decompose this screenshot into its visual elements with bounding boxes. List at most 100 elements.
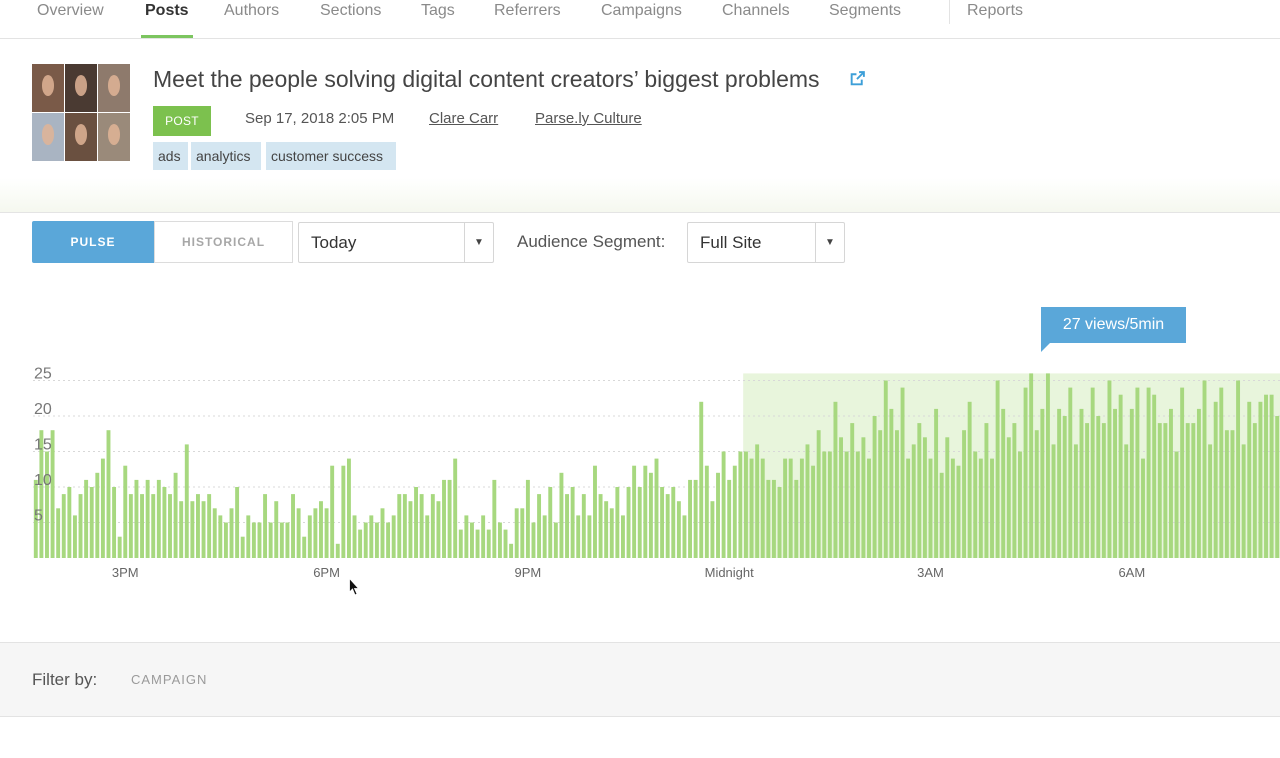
chart-bar — [1001, 408, 1006, 558]
chart-bar — [257, 522, 262, 558]
chart-bar — [855, 451, 860, 558]
chart-bar — [100, 458, 105, 558]
nav-tags[interactable]: Tags — [421, 1, 455, 38]
chart-bar — [486, 529, 491, 558]
chart-bar — [397, 494, 402, 558]
chart-bar — [1219, 387, 1224, 558]
x-tick-label: 3PM — [112, 565, 139, 580]
chart-bar — [1275, 416, 1280, 558]
chart-bar — [1051, 444, 1056, 558]
x-tick-label: 6AM — [1118, 565, 1145, 580]
chart-bar — [995, 380, 1000, 558]
chart-bar — [922, 437, 927, 558]
chart-bar — [615, 487, 620, 558]
chart-bar — [1169, 408, 1173, 558]
post-date: Sep 17, 2018 2:05 PM — [245, 110, 395, 127]
tag-analytics[interactable]: analytics — [191, 142, 261, 170]
chart-bar — [654, 458, 659, 558]
chart-bar — [1163, 423, 1168, 558]
nav-campaigns[interactable]: Campaigns — [601, 1, 682, 38]
chart-bar — [822, 451, 827, 558]
nav-divider — [949, 0, 950, 24]
chart-bar — [984, 423, 989, 558]
chart-bar — [274, 501, 279, 558]
chart-bar — [346, 458, 351, 558]
chart-bar — [755, 444, 760, 558]
audience-segment-select[interactable]: Full Site ▼ — [687, 222, 845, 263]
historical-tab[interactable]: HISTORICAL — [154, 221, 293, 263]
chart-bar — [112, 487, 117, 558]
chart-bar — [374, 522, 379, 558]
chart-bar — [894, 430, 899, 558]
nav-channels[interactable]: Channels — [722, 1, 790, 38]
pulse-bar-chart[interactable]: 25 20 15 10 5 3PM 6PM 9PM Midnight 3AM 6AM — [0, 300, 1280, 590]
nav-segments[interactable]: Segments — [829, 1, 901, 38]
chart-bar — [1157, 423, 1162, 558]
chart-bar — [173, 472, 178, 558]
chart-bar — [816, 430, 821, 558]
nav-referrers[interactable]: Referrers — [494, 1, 561, 38]
chart-bar — [1135, 387, 1140, 558]
nav-posts[interactable]: Posts — [141, 1, 193, 38]
period-select-value: Today — [311, 233, 357, 252]
chart-bar — [419, 494, 424, 558]
chart-bar — [1191, 423, 1196, 558]
chart-bar — [850, 423, 855, 558]
chart-bar — [861, 437, 866, 558]
tag-customer-success[interactable]: customer success — [266, 142, 396, 170]
nav-reports[interactable]: Reports — [967, 1, 1023, 38]
chart-bar — [72, 515, 77, 558]
post-section-link[interactable]: Parse.ly Culture — [535, 110, 642, 127]
chart-bar — [95, 472, 100, 558]
chart-bar — [229, 508, 234, 558]
chart-bar — [525, 479, 530, 558]
audience-select-value: Full Site — [700, 233, 762, 252]
tag-ads[interactable]: ads — [153, 142, 188, 170]
chart-bar — [990, 458, 994, 558]
chart-bar — [218, 515, 223, 558]
chart-bar — [1146, 387, 1151, 558]
chart-bar — [565, 494, 569, 558]
pulse-tab[interactable]: PULSE — [32, 221, 154, 263]
chart-bar — [883, 380, 888, 558]
chart-bar — [1213, 401, 1218, 558]
chart-bar — [358, 529, 363, 558]
chart-bar — [1012, 423, 1017, 558]
chart-bar — [553, 522, 558, 558]
chart-bar — [162, 487, 167, 558]
chart-bar — [56, 508, 61, 558]
chart-bar — [537, 494, 542, 558]
chart-bar — [604, 501, 609, 558]
chart-bar — [548, 487, 553, 558]
chart-bar — [1196, 408, 1201, 558]
chart-bar — [542, 515, 547, 558]
chart-bar — [710, 501, 715, 558]
period-select[interactable]: Today ▼ — [298, 222, 494, 263]
x-tick-label: 6PM — [313, 565, 340, 580]
nav-authors[interactable]: Authors — [224, 1, 279, 38]
chart-bar — [235, 487, 240, 558]
chart-bar — [962, 430, 967, 558]
chart-bar — [1224, 430, 1229, 558]
chart-bar — [1085, 423, 1090, 558]
chart-bar — [1113, 408, 1117, 558]
post-author-link[interactable]: Clare Carr — [429, 110, 498, 127]
chart-bar — [688, 479, 693, 558]
y-tick-label: 20 — [34, 401, 52, 418]
chart-bar — [481, 515, 486, 558]
chart-bar — [721, 451, 726, 558]
y-tick-label: 5 — [34, 508, 43, 525]
y-tick-label: 10 — [34, 472, 52, 489]
filter-campaign[interactable]: CAMPAIGN — [131, 672, 207, 687]
nav-sections[interactable]: Sections — [320, 1, 381, 38]
chart-bar — [1152, 394, 1157, 558]
chart-bar — [648, 472, 653, 558]
chart-bar — [766, 479, 771, 558]
chart-bar — [598, 494, 603, 558]
chart-bar — [89, 487, 94, 558]
external-link-icon[interactable] — [849, 70, 866, 87]
chart-bar — [632, 465, 637, 558]
chart-bar — [291, 494, 295, 558]
nav-overview[interactable]: Overview — [37, 1, 104, 38]
chart-bar — [67, 487, 72, 558]
